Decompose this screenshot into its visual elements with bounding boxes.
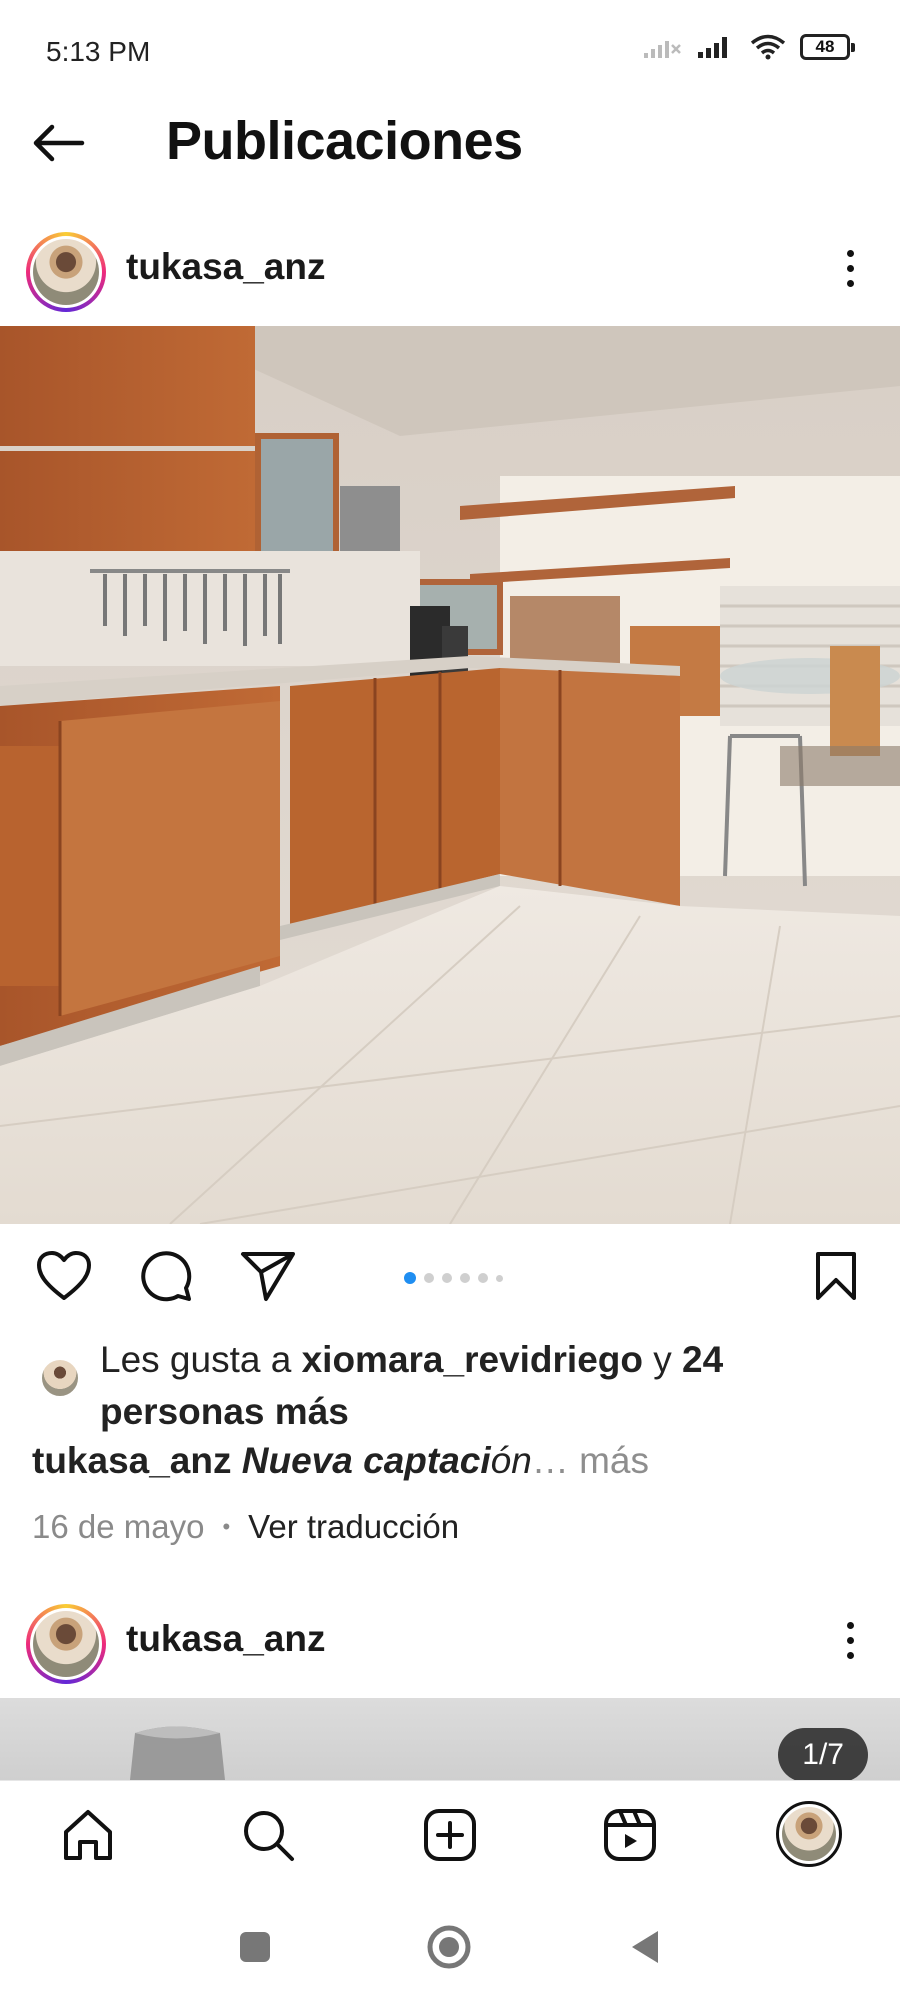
comment-icon bbox=[141, 1251, 192, 1302]
signal-icon bbox=[644, 41, 681, 58]
bookmark-icon bbox=[816, 1252, 856, 1300]
page-header: Publicaciones bbox=[0, 100, 900, 186]
carousel-dot bbox=[442, 1273, 452, 1283]
likes-middle: y bbox=[642, 1339, 683, 1380]
nav-search[interactable] bbox=[236, 1803, 300, 1867]
likes-count[interactable]: 24 bbox=[682, 1339, 723, 1380]
status-icons: 48 bbox=[642, 34, 855, 60]
carousel-dot bbox=[404, 1272, 416, 1284]
back-button[interactable] bbox=[30, 118, 94, 168]
status-time: 5:13 PM bbox=[46, 36, 151, 67]
avatar[interactable] bbox=[26, 232, 106, 312]
meta-separator: • bbox=[222, 1514, 231, 1539]
nav-create[interactable] bbox=[418, 1803, 482, 1867]
avatar[interactable] bbox=[26, 1604, 106, 1684]
page-title: Publicaciones bbox=[166, 111, 523, 171]
search-icon bbox=[244, 1811, 294, 1861]
comment-button[interactable] bbox=[136, 1246, 196, 1306]
carousel-indicator bbox=[404, 1272, 503, 1284]
status-bar: 5:13 PM 48 bbox=[0, 0, 900, 100]
more-options-button[interactable] bbox=[830, 1610, 870, 1670]
post-actions bbox=[0, 1224, 900, 1328]
likes-prefix: Les gusta a bbox=[100, 1339, 302, 1380]
post-caption[interactable]: tukasa_anz Nueva captación… más bbox=[32, 1440, 649, 1482]
wifi-icon bbox=[750, 34, 786, 60]
more-options-button[interactable] bbox=[830, 238, 870, 298]
translate-link[interactable]: Ver traducción bbox=[248, 1508, 459, 1546]
triangle-back-icon bbox=[632, 1931, 658, 1963]
caption-text: Nueva captaci bbox=[241, 1440, 491, 1481]
likes-text[interactable]: Les gusta a xiomara_revidriego y 24 perso… bbox=[100, 1334, 880, 1438]
post-header: tukasa_anz bbox=[0, 1590, 900, 1690]
page-indicator: 1/7 bbox=[778, 1728, 868, 1780]
system-nav-bar bbox=[0, 1892, 900, 2000]
likes-suffix[interactable]: personas más bbox=[100, 1391, 349, 1432]
nav-home[interactable] bbox=[56, 1803, 120, 1867]
caption-more-link[interactable]: … más bbox=[532, 1440, 649, 1481]
caption-username[interactable]: tukasa_anz bbox=[32, 1440, 232, 1481]
post-header: tukasa_anz bbox=[0, 218, 900, 318]
post-image[interactable]: 1/7 bbox=[0, 1698, 900, 1780]
signal-icon bbox=[698, 37, 727, 58]
battery-icon: 48 bbox=[800, 34, 855, 60]
bottom-nav bbox=[0, 1780, 900, 1892]
save-button[interactable] bbox=[806, 1246, 866, 1306]
home-icon bbox=[64, 1810, 112, 1860]
profile-avatar bbox=[776, 1801, 842, 1867]
arrow-left-icon bbox=[33, 124, 85, 162]
like-button[interactable] bbox=[34, 1246, 94, 1306]
circle-icon bbox=[427, 1925, 471, 1969]
home-system-button[interactable] bbox=[424, 1922, 474, 1972]
avatar bbox=[40, 1358, 80, 1398]
carousel-dot bbox=[478, 1273, 488, 1283]
post-image[interactable] bbox=[0, 326, 900, 1224]
post-date: 16 de mayo bbox=[32, 1508, 205, 1545]
likes-user[interactable]: xiomara_revidriego bbox=[302, 1339, 643, 1380]
recents-button[interactable] bbox=[230, 1922, 280, 1972]
create-icon bbox=[424, 1809, 476, 1861]
send-icon bbox=[241, 1252, 295, 1301]
caption-text-tail: ón bbox=[490, 1440, 532, 1481]
post-username[interactable]: tukasa_anz bbox=[126, 246, 326, 288]
nav-reels[interactable] bbox=[598, 1803, 662, 1867]
reels-icon bbox=[604, 1809, 656, 1861]
back-system-button[interactable] bbox=[620, 1922, 670, 1972]
post-username[interactable]: tukasa_anz bbox=[126, 1618, 326, 1660]
carousel-dot bbox=[460, 1273, 470, 1283]
square-icon bbox=[240, 1932, 270, 1962]
heart-icon bbox=[37, 1251, 91, 1300]
carousel-dot bbox=[424, 1273, 434, 1283]
carousel-dot bbox=[496, 1274, 503, 1282]
post-meta: 16 de mayo • Ver traducción bbox=[32, 1508, 459, 1546]
nav-profile[interactable] bbox=[774, 1799, 844, 1869]
share-button[interactable] bbox=[238, 1246, 298, 1306]
